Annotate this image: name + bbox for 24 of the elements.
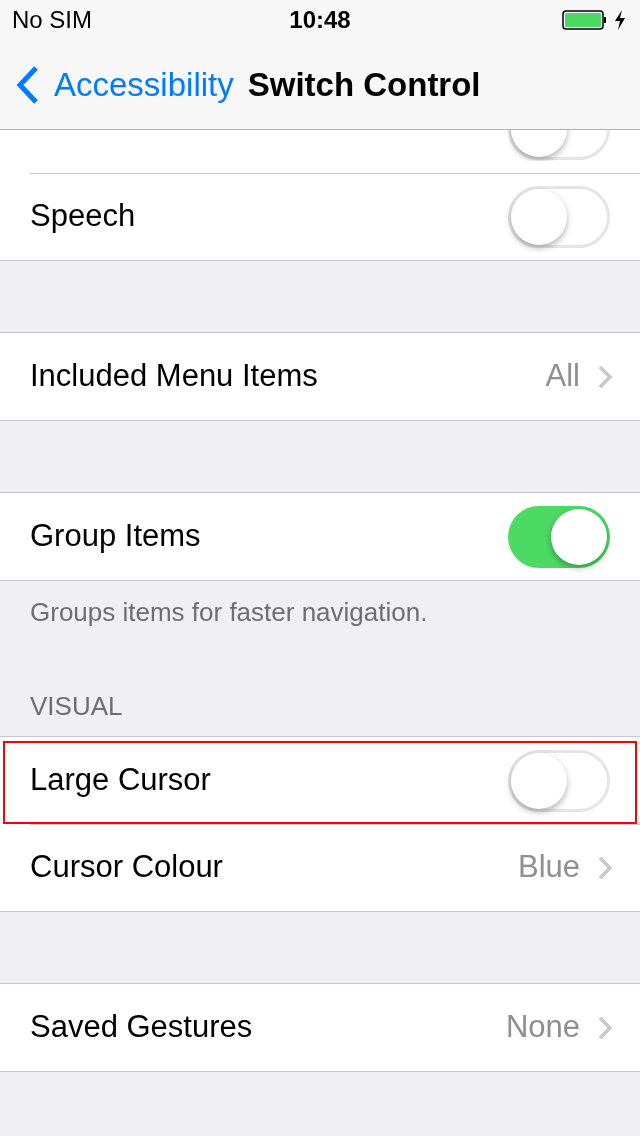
toggle-switch[interactable] [508,505,610,568]
page-title: Switch Control [247,65,481,106]
toggle-switch[interactable] [508,185,610,248]
back-button[interactable]: Accessibility [16,60,234,110]
row-label: Speech [30,197,136,236]
row-value: All [545,357,580,396]
section-header: VISUAL [30,691,123,721]
chevron-right-icon [598,855,612,880]
row-label: Cursor Colour [30,848,223,887]
row-label: Group Items [30,517,201,556]
toggle-switch[interactable] [508,130,610,161]
carrier-label: No SIM [12,5,92,35]
row-value: Blue [517,848,580,887]
chevron-left-icon [16,65,40,105]
row-value: None [505,1008,580,1047]
battery-icon [562,9,628,31]
chevron-right-icon [598,1015,612,1040]
toggle-switch[interactable] [508,749,610,812]
chevron-right-icon [598,364,612,389]
row-label: Large Cursor [30,761,211,800]
row-label: Included Menu Items [30,357,318,396]
row-label: Saved Gestures [30,1008,253,1047]
clock: 10:48 [289,5,351,35]
section-footer: Groups items for faster navigation. [30,597,428,627]
